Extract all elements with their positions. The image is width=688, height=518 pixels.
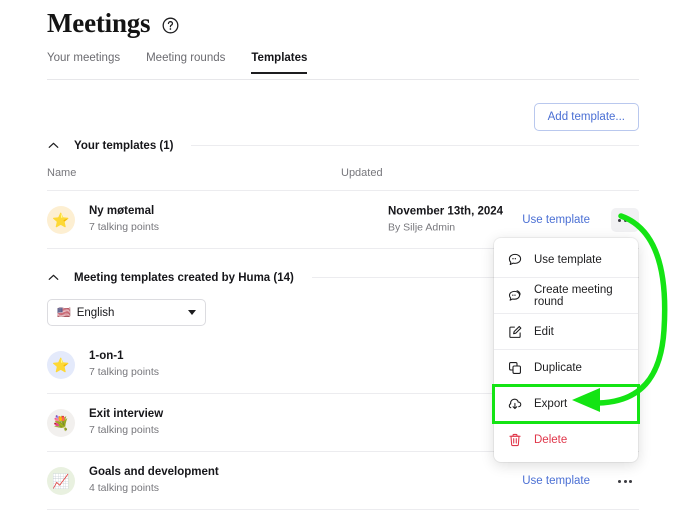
template-info: 1-on-1 7 talking points	[89, 349, 159, 380]
chevron-up-icon[interactable]	[47, 271, 60, 284]
template-talking-points: 7 talking points	[89, 423, 160, 436]
meetings-templates-page: Meetings Your meetings Meeting rounds Te…	[0, 0, 688, 518]
section-divider	[191, 145, 639, 146]
cloud-download-icon	[508, 398, 522, 409]
chat-bubble-icon	[508, 253, 522, 265]
use-template-link[interactable]: Use template	[522, 475, 590, 487]
table-header-divider	[47, 190, 639, 191]
template-info: Ny møtemal 7 talking points	[89, 204, 159, 235]
menu-item-label: Edit	[534, 325, 554, 338]
use-template-link[interactable]: Use template	[522, 214, 590, 226]
template-talking-points: 4 talking points	[89, 481, 160, 494]
menu-item-duplicate[interactable]: Duplicate	[494, 350, 638, 386]
language-select-value: English	[76, 306, 115, 319]
tab-templates[interactable]: Templates	[251, 52, 307, 74]
template-info: Goals and development 4 talking points	[89, 465, 219, 496]
trash-icon	[509, 433, 521, 447]
updated-by: By Silje Admin	[388, 220, 456, 233]
bouquet-emoji: 💐	[47, 409, 75, 437]
updated-date: November 13th, 2024	[388, 205, 504, 218]
huma-templates-title: Meeting templates created by Huma (14)	[74, 271, 294, 284]
tab-bar-divider	[47, 79, 639, 80]
menu-item-label: Export	[534, 397, 568, 410]
page-title: Meetings	[47, 8, 151, 38]
menu-item-delete[interactable]: Delete	[494, 422, 638, 458]
chat-bubble-stack-icon	[508, 289, 521, 301]
tab-meeting-rounds[interactable]: Meeting rounds	[146, 52, 225, 74]
language-select[interactable]: 🇺🇸 English	[47, 299, 206, 326]
template-name: Exit interview	[89, 408, 164, 421]
template-name: 1-on-1	[89, 350, 124, 363]
menu-item-use-template[interactable]: Use template	[494, 242, 638, 278]
menu-item-label: Create meeting round	[534, 283, 613, 308]
template-talking-points: 7 talking points	[89, 220, 160, 233]
question-circle-icon[interactable]	[162, 17, 179, 34]
row-context-menu: Use template Create meeting round Edit D…	[492, 238, 640, 462]
page-header: Meetings	[47, 8, 179, 39]
column-header-name: Name	[47, 167, 77, 179]
duplicate-squares-icon	[509, 361, 521, 374]
tab-bar: Your meetings Meeting rounds Templates	[47, 52, 307, 74]
chevron-up-icon[interactable]	[47, 139, 60, 152]
your-templates-section-header[interactable]: Your templates (1)	[47, 139, 639, 152]
menu-item-label: Duplicate	[534, 361, 582, 374]
template-name: Ny møtemal	[89, 205, 155, 218]
tab-your-meetings[interactable]: Your meetings	[47, 52, 120, 74]
template-info: Exit interview 7 talking points	[89, 407, 163, 438]
menu-item-label: Delete	[534, 434, 568, 446]
menu-item-export[interactable]: Export	[492, 384, 640, 424]
template-talking-points: 7 talking points	[89, 365, 160, 378]
column-header-updated: Updated	[341, 167, 383, 179]
chevron-down-icon[interactable]	[188, 310, 196, 315]
menu-item-create-meeting-round[interactable]: Create meeting round	[494, 278, 638, 314]
row-divider	[47, 509, 639, 510]
row-more-options-button[interactable]	[611, 469, 639, 493]
row-more-options-button[interactable]	[611, 208, 639, 232]
template-name: Goals and development	[89, 466, 219, 479]
chart-increasing-emoji: 📈	[47, 467, 75, 495]
us-flag-icon: 🇺🇸	[57, 307, 71, 319]
menu-item-label: Use template	[534, 253, 602, 266]
your-templates-title: Your templates (1)	[74, 139, 174, 152]
menu-item-edit[interactable]: Edit	[494, 314, 638, 350]
star-emoji: ⭐	[47, 351, 75, 379]
pencil-square-icon	[509, 325, 522, 338]
star-emoji: ⭐	[47, 206, 75, 234]
updated-info: November 13th, 2024 By Silje Admin	[388, 204, 503, 235]
add-template-button[interactable]: Add template...	[533, 103, 639, 131]
